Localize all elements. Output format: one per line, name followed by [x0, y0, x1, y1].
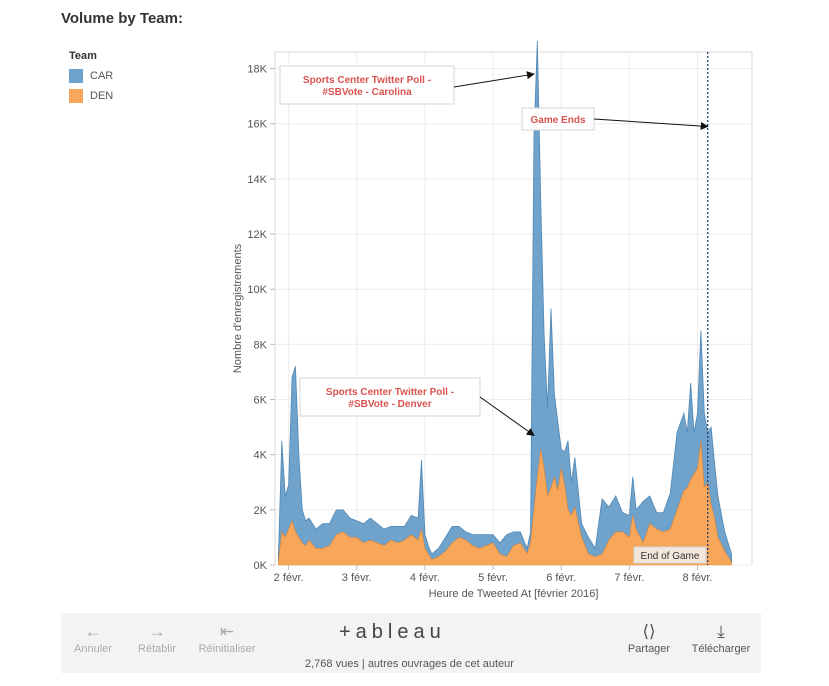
y-tick-label: 6K	[254, 395, 268, 407]
undo-button[interactable]: ← Annuler	[73, 621, 113, 655]
reset-icon: ⇤	[219, 622, 235, 641]
views-count: 2,768 vues	[305, 658, 359, 670]
x-tick-label: 6 févr.	[546, 572, 576, 584]
annotation-text: Sports Center Twitter Poll -	[303, 75, 431, 86]
reset-button[interactable]: ⇤ Réinitialiser	[197, 621, 257, 655]
x-axis-ticks: 2 févr. 3 févr. 4 févr. 5 févr. 6 févr. 7 fév…	[274, 565, 713, 584]
plot-frame-group: 0K 2K 4K 6K 8K 10K 12K 14K 16K 18K 2 févr. 3 févr.…	[232, 40, 753, 600]
annotation-text: #SBVote - Carolina	[322, 87, 412, 98]
y-axis-title: Nombre d'enregistrements	[232, 243, 244, 373]
annotation-text: #SBVote - Denver	[348, 399, 431, 410]
x-tick-label: 4 févr.	[410, 572, 440, 584]
y-tick-label: 12K	[247, 229, 267, 241]
y-tick-label: 0K	[254, 560, 268, 572]
arrow-right-icon: →	[148, 622, 166, 641]
author-works-link[interactable]: autres ouvrages de cet auteur	[368, 658, 514, 670]
annotation-text: End of Game	[641, 551, 700, 562]
reset-label: Réinitialiser	[198, 643, 256, 655]
views-info: 2,768 vues | autres ouvrages de cet aute…	[305, 658, 514, 670]
download-button[interactable]: ⤓ Télécharger	[689, 621, 753, 655]
annotation-text: Game Ends	[530, 115, 585, 126]
y-tick-label: 18K	[247, 64, 267, 76]
download-icon: ⤓	[717, 622, 725, 641]
y-tick-label: 14K	[247, 174, 267, 186]
tableau-logo[interactable]: +ableau	[339, 621, 446, 644]
y-tick-label: 4K	[254, 450, 268, 462]
arrow-left-icon: ←	[84, 622, 102, 641]
x-tick-label: 2 févr.	[274, 572, 304, 584]
x-tick-label: 7 févr.	[614, 572, 644, 584]
share-label: Partager	[627, 643, 671, 655]
share-icon: ⟨⟩	[642, 622, 656, 641]
y-axis-ticks: 0K 2K 4K 6K 8K 10K 12K 14K 16K 18K	[247, 64, 275, 572]
redo-label: Rétablir	[138, 643, 176, 655]
x-tick-label: 5 févr.	[478, 572, 508, 584]
y-tick-label: 16K	[247, 119, 267, 131]
redo-button[interactable]: → Rétablir	[137, 621, 177, 655]
annotation-text: Sports Center Twitter Poll -	[326, 387, 454, 398]
x-tick-label: 3 févr.	[342, 572, 372, 584]
chart[interactable]: 0K 2K 4K 6K 8K 10K 12K 14K 16K 18K 2 févr. 3 févr.…	[0, 0, 829, 610]
bottom-toolbar: ← Annuler → Rétablir ⇤ Réinitialiser +ab…	[61, 613, 761, 673]
share-button[interactable]: ⟨⟩ Partager	[625, 621, 673, 655]
x-axis-title: Heure de Tweeted At [février 2016]	[429, 588, 599, 600]
download-label: Télécharger	[691, 643, 751, 655]
undo-label: Annuler	[74, 643, 112, 655]
y-tick-label: 2K	[254, 505, 268, 517]
x-tick-label: 8 févr.	[683, 572, 713, 584]
y-tick-label: 10K	[247, 284, 267, 296]
y-tick-label: 8K	[254, 339, 268, 351]
